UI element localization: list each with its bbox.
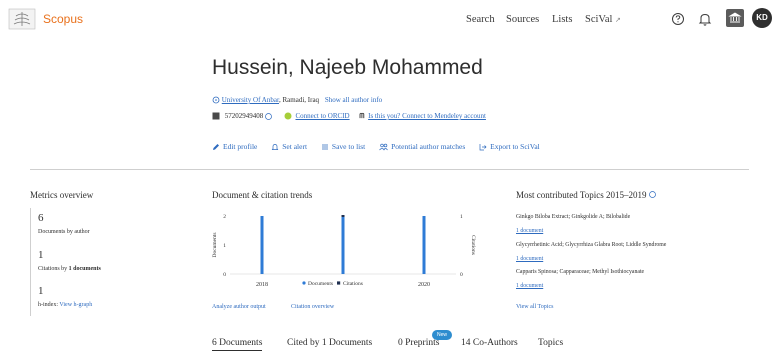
- y-tick-right: 1: [460, 214, 463, 220]
- metrics-side-bar: [30, 208, 31, 316]
- institution-icon: [728, 12, 742, 23]
- set-alert-action[interactable]: Set alert: [271, 142, 307, 151]
- citations-count: 1: [38, 249, 44, 261]
- potential-author-matches-label: Potential author matches: [391, 142, 466, 151]
- citations-label-prefix: Citations by: [38, 266, 69, 272]
- y-tick-right: 0: [460, 272, 463, 278]
- export-to-scival-action[interactable]: Export to SciVal: [479, 142, 540, 151]
- topic-docs-1[interactable]: 1 document: [516, 228, 543, 234]
- citations-label-docs: 1 documents: [68, 266, 101, 272]
- help-icon[interactable]: [669, 10, 687, 28]
- citations-label: Citations by 1 documents: [38, 266, 101, 272]
- identifier-row: 57202949408 Connect to ORCID ᗰ Is this y…: [212, 112, 486, 121]
- tab-cited-by[interactable]: Cited by 1 Documents: [287, 338, 372, 348]
- author-name: Hussein, Najeeb Mohammed: [212, 56, 483, 79]
- citation-overview-link[interactable]: Citation overview: [291, 304, 334, 310]
- nav-scival[interactable]: SciVal ↗: [585, 14, 621, 25]
- topic-name-3[interactable]: Capparis Spinosa; Capparaceae; Methyl Is…: [516, 269, 644, 275]
- legend-documents-marker: [302, 281, 306, 285]
- scopus-logo-text[interactable]: Scopus: [43, 12, 83, 26]
- trends-title: Document & citation trends: [212, 190, 313, 200]
- legend-citations-marker: [337, 281, 341, 285]
- y-tick-left: 2: [223, 214, 226, 220]
- legend-documents-label: Documents: [308, 281, 333, 287]
- topics-title-label: Most contributed Topics 2015–2019: [516, 190, 647, 200]
- bell-icon: [272, 144, 279, 150]
- list-icon: [321, 144, 328, 150]
- hindex-row: h-index: View h-graph: [38, 302, 92, 308]
- orcid-icon: [284, 112, 292, 120]
- author-actions-bar: Edit profile Set alert Save to list Pote…: [212, 142, 552, 151]
- view-all-topics-link[interactable]: View all Topics: [516, 304, 553, 310]
- show-all-author-info-link[interactable]: Show all author info: [325, 96, 382, 104]
- affiliation-row: University Of Anbar, Ramadi, Iraq Show a…: [212, 96, 382, 104]
- export-to-scival-label: Export to SciVal: [490, 142, 540, 151]
- save-to-list-label: Save to list: [331, 142, 366, 151]
- external-link-icon: ↗: [615, 16, 621, 24]
- connect-orcid-link[interactable]: Connect to ORCID: [296, 112, 350, 120]
- documents-bar: [422, 216, 426, 274]
- tab-co-authors[interactable]: 14 Co-Authors: [461, 338, 518, 348]
- y-axis-label-left: Documents: [212, 232, 218, 257]
- documents-count: 6: [38, 212, 44, 224]
- documents-bar: [260, 216, 264, 274]
- trends-chart: Documents Citations 0 1 2 0 1 2018 2020 Documents…: [212, 214, 476, 288]
- tab-documents[interactable]: 6 Documents: [212, 338, 263, 351]
- notification-bell-icon[interactable]: [696, 10, 714, 28]
- section-divider: [30, 169, 749, 170]
- export-icon: [479, 144, 487, 151]
- citations-marker: [341, 215, 345, 217]
- info-icon[interactable]: [265, 113, 272, 120]
- y-tick-left: 0: [223, 272, 226, 278]
- edit-profile-action[interactable]: Edit profile: [212, 142, 257, 151]
- info-icon[interactable]: [648, 191, 656, 198]
- author-id: 57202949408: [224, 112, 264, 120]
- x-tick-label: 2018: [256, 282, 268, 288]
- analyze-author-output-link[interactable]: Analyze author output: [212, 304, 266, 310]
- elsevier-logo-icon[interactable]: [8, 8, 36, 30]
- nav-lists[interactable]: Lists: [552, 14, 572, 25]
- affiliation-link[interactable]: University Of Anbar: [222, 96, 279, 104]
- location-icon: [212, 96, 220, 104]
- x-tick-label: 2020: [418, 282, 430, 288]
- topic-docs-3[interactable]: 1 document: [516, 283, 543, 289]
- topic-docs-2[interactable]: 1 document: [516, 256, 543, 262]
- metrics-overview-title: Metrics overview: [30, 190, 94, 200]
- documents-label: Documents by author: [38, 229, 90, 235]
- set-alert-label: Set alert: [282, 142, 308, 151]
- save-to-list-action[interactable]: Save to list: [321, 142, 365, 151]
- affiliation-location: , Ramadi, Iraq: [279, 96, 320, 104]
- hindex-value: 1: [38, 285, 44, 297]
- hindex-label: h-index:: [38, 302, 58, 308]
- documents-bar: [341, 216, 345, 274]
- connect-mendeley-link[interactable]: Is this you? Connect to Mendeley account: [368, 112, 486, 120]
- topic-name-1[interactable]: Ginkgo Biloba Extract; Ginkgolide A; Bil…: [516, 214, 630, 220]
- y-axis-label-right: Citations: [470, 235, 476, 255]
- topics-title: Most contributed Topics 2015–2019: [516, 190, 656, 200]
- pencil-icon: [213, 144, 219, 150]
- people-icon: [379, 143, 388, 151]
- author-id-icon: [212, 112, 220, 120]
- top-header: Scopus Search Sources Lists SciVal ↗ KD: [0, 0, 773, 44]
- legend-citations-label: Citations: [343, 281, 363, 287]
- mendeley-icon: ᗰ: [359, 112, 365, 120]
- institution-button[interactable]: [726, 9, 744, 27]
- tab-topics[interactable]: Topics: [538, 338, 563, 348]
- nav-scival-label: SciVal: [585, 14, 613, 25]
- potential-author-matches-action[interactable]: Potential author matches: [379, 142, 465, 151]
- tab-preprints[interactable]: 0 Preprints: [398, 338, 439, 348]
- y-tick-left: 1: [223, 243, 226, 249]
- user-avatar[interactable]: KD: [752, 8, 772, 28]
- edit-profile-label: Edit profile: [223, 142, 258, 151]
- topic-name-2[interactable]: Glycyrrhetinic Acid; Glycyrrhiza Glabra …: [516, 242, 666, 248]
- nav-search[interactable]: Search: [466, 14, 495, 25]
- nav-sources[interactable]: Sources: [506, 14, 539, 25]
- view-hgraph-link[interactable]: View h-graph: [59, 302, 92, 308]
